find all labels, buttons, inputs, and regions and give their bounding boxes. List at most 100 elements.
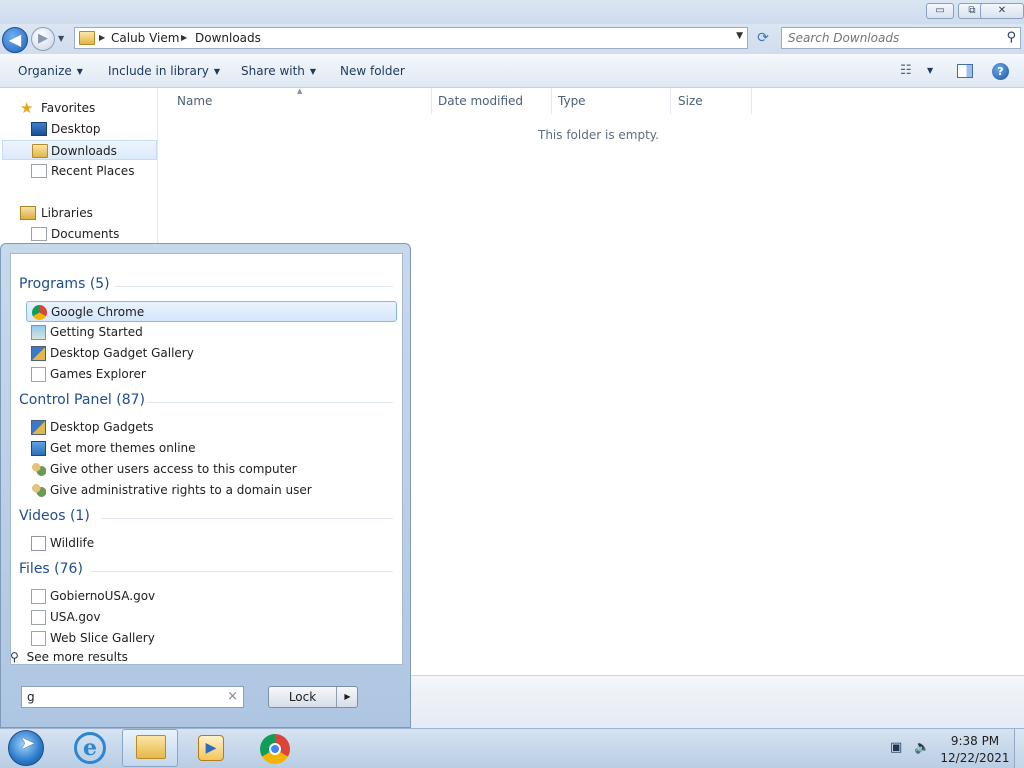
breadcrumb-separator-icon[interactable]: ▶ bbox=[181, 33, 187, 42]
start-search-box[interactable]: × bbox=[21, 686, 244, 708]
column-header-size[interactable]: Size bbox=[678, 94, 703, 108]
recent-pages-dropdown-icon[interactable]: ▼ bbox=[58, 34, 68, 44]
search-icon[interactable]: ⚲ bbox=[1006, 30, 1016, 45]
result-item-web-slice-gallery[interactable]: Web Slice Gallery bbox=[26, 628, 397, 649]
chevron-down-icon: ▼ bbox=[76, 67, 83, 76]
mouse-cursor-icon: ➤ bbox=[20, 733, 36, 754]
result-item-gobiernousa[interactable]: GobiernoUSA.gov bbox=[26, 586, 397, 607]
chrome-icon[interactable] bbox=[260, 734, 290, 764]
result-item-desktop-gadget-gallery[interactable]: Desktop Gadget Gallery bbox=[26, 343, 397, 364]
new-folder-button[interactable]: New folder bbox=[340, 64, 405, 78]
result-label: Google Chrome bbox=[51, 305, 145, 319]
volume-icon[interactable]: 🔈 bbox=[914, 740, 930, 755]
result-item-wildlife[interactable]: Wildlife bbox=[26, 533, 397, 554]
desktop-gadgets-icon bbox=[31, 420, 46, 435]
nav-documents[interactable]: Documents bbox=[0, 224, 156, 244]
folder-icon bbox=[79, 31, 95, 45]
result-label: Get more themes online bbox=[50, 441, 196, 455]
games-explorer-icon bbox=[31, 367, 46, 382]
themes-icon bbox=[31, 441, 46, 456]
show-desktop-button[interactable] bbox=[1014, 729, 1024, 768]
start-search-input[interactable] bbox=[27, 689, 217, 705]
file-icon bbox=[31, 589, 46, 604]
nav-downloads[interactable]: Downloads bbox=[2, 140, 157, 160]
result-item-get-more-themes[interactable]: Get more themes online bbox=[26, 438, 397, 459]
breadcrumb-downloads[interactable]: Downloads bbox=[195, 31, 261, 45]
clear-search-icon[interactable]: × bbox=[227, 689, 238, 704]
search-input[interactable] bbox=[788, 30, 998, 46]
address-dropdown-icon[interactable]: ▼ bbox=[736, 31, 743, 41]
desktop-icon bbox=[31, 122, 47, 136]
empty-folder-message: This folder is empty. bbox=[538, 128, 659, 142]
nav-libraries[interactable]: Libraries bbox=[0, 203, 156, 223]
getting-started-icon bbox=[31, 325, 46, 340]
share-with-label: Share with bbox=[241, 64, 305, 78]
new-folder-label: New folder bbox=[340, 64, 405, 78]
group-header-programs[interactable]: Programs (5) bbox=[19, 276, 110, 292]
result-item-usa-gov[interactable]: USA.gov bbox=[26, 607, 397, 628]
nav-desktop[interactable]: Desktop bbox=[0, 119, 156, 139]
result-label: Wildlife bbox=[50, 536, 95, 550]
file-icon bbox=[31, 610, 46, 625]
group-header-control-panel[interactable]: Control Panel (87) bbox=[19, 392, 145, 408]
chevron-down-icon: ▼ bbox=[309, 67, 317, 76]
back-button[interactable]: ◀ bbox=[2, 27, 28, 53]
column-header-name[interactable]: Name bbox=[177, 94, 212, 108]
result-label: Web Slice Gallery bbox=[50, 631, 155, 645]
shutdown-options-arrow-icon[interactable]: ▶ bbox=[336, 687, 358, 707]
include-in-library-button[interactable]: Include in library ▼ bbox=[108, 64, 220, 78]
group-divider bbox=[91, 571, 393, 572]
clock-time[interactable]: 9:38 PM bbox=[940, 734, 1010, 748]
result-item-games-explorer[interactable]: Games Explorer bbox=[26, 364, 397, 385]
column-divider[interactable] bbox=[431, 88, 432, 114]
command-bar: Organize ▼ Include in library ▼ Share with… bbox=[0, 54, 1024, 88]
close-button[interactable]: ✕ bbox=[980, 3, 1024, 19]
video-icon bbox=[31, 536, 46, 551]
forward-button[interactable]: ▶ bbox=[31, 27, 55, 51]
organize-button[interactable]: Organize ▼ bbox=[18, 64, 83, 78]
preview-pane-icon[interactable] bbox=[957, 64, 973, 78]
see-more-results-link[interactable]: ⚲ See more results bbox=[10, 650, 128, 664]
minimize-button[interactable]: ▭ bbox=[926, 3, 954, 19]
lock-button[interactable]: Lock ▶ bbox=[268, 686, 358, 708]
help-icon[interactable]: ? bbox=[992, 63, 1009, 80]
share-with-button[interactable]: Share with ▼ bbox=[241, 64, 316, 78]
column-divider[interactable] bbox=[551, 88, 552, 114]
nav-favorites[interactable]: ★ Favorites bbox=[0, 98, 156, 118]
column-header-type[interactable]: Type bbox=[558, 94, 586, 108]
nav-recent-places[interactable]: Recent Places bbox=[0, 161, 156, 181]
breadcrumb-separator-icon[interactable]: ▶ bbox=[99, 33, 105, 42]
result-item-google-chrome[interactable]: Google Chrome bbox=[26, 301, 397, 322]
column-divider[interactable] bbox=[670, 88, 671, 114]
result-item-getting-started[interactable]: Getting Started bbox=[26, 322, 397, 343]
result-item-give-admin-rights[interactable]: Give administrative rights to a domain u… bbox=[26, 480, 397, 501]
address-bar[interactable]: ▶ Calub Viem ▶ Downloads ▼ bbox=[74, 27, 748, 49]
group-header-files[interactable]: Files (76) bbox=[19, 561, 83, 577]
gadget-gallery-icon bbox=[31, 346, 46, 361]
windows-explorer-icon[interactable] bbox=[136, 735, 166, 759]
nav-documents-label: Documents bbox=[51, 227, 120, 241]
nav-recent-places-label: Recent Places bbox=[51, 164, 135, 178]
change-view-icon[interactable]: ☷ bbox=[900, 63, 912, 78]
column-divider[interactable] bbox=[751, 88, 752, 114]
result-item-give-users-access[interactable]: Give other users access to this computer bbox=[26, 459, 397, 480]
result-label: USA.gov bbox=[50, 610, 101, 624]
search-box[interactable]: ⚲ bbox=[781, 27, 1021, 49]
result-label: Give administrative rights to a domain u… bbox=[50, 483, 312, 497]
refresh-icon[interactable]: ⟳ bbox=[752, 28, 774, 48]
media-player-icon[interactable]: ▶ bbox=[198, 735, 224, 761]
view-options-dropdown-icon[interactable]: ▼ bbox=[927, 66, 933, 75]
nav-desktop-label: Desktop bbox=[51, 122, 101, 136]
title-bar[interactable]: ▭ ⧉ ✕ bbox=[0, 0, 1024, 24]
breadcrumb-user[interactable]: Calub Viem bbox=[111, 31, 179, 45]
result-label: Games Explorer bbox=[50, 367, 146, 381]
group-divider bbox=[115, 286, 393, 287]
clock-date[interactable]: 12/22/2021 bbox=[940, 751, 1010, 765]
group-header-videos[interactable]: Videos (1) bbox=[19, 508, 90, 524]
chevron-down-icon: ▼ bbox=[213, 67, 221, 76]
network-icon[interactable]: ▣ bbox=[890, 740, 902, 755]
search-results-panel: Programs (5) Google Chrome Getting Start… bbox=[10, 253, 403, 665]
internet-explorer-icon[interactable]: e bbox=[74, 732, 106, 764]
column-header-date-modified[interactable]: Date modified bbox=[438, 94, 523, 108]
result-item-desktop-gadgets[interactable]: Desktop Gadgets bbox=[26, 417, 397, 438]
